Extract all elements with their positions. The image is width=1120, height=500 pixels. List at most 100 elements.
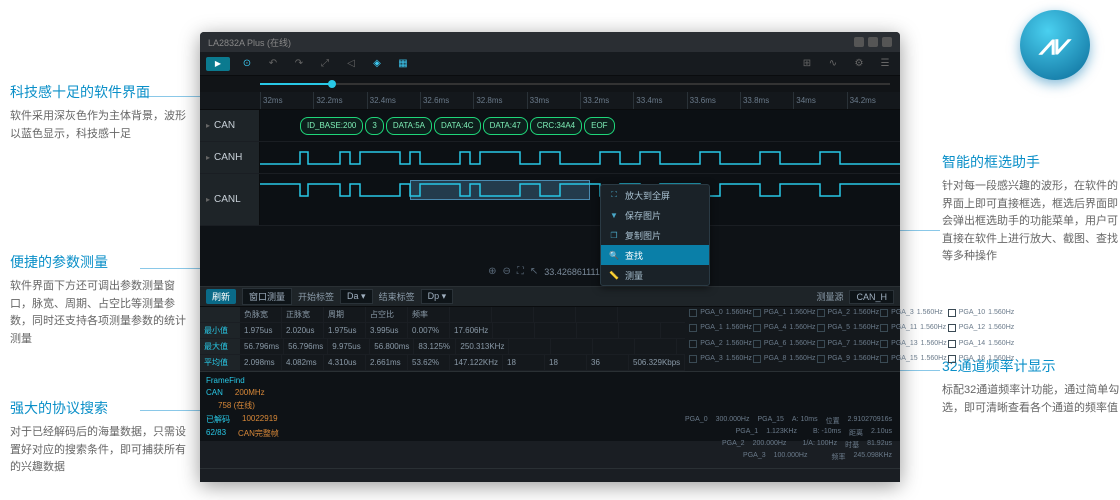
app-window: LA2832A Plus (在线) ▶ ⊙ ↶ ↷ ⤢ ◁ ◈ ▦ ⊞ ∿ ⚙ … [200, 32, 900, 482]
protocol-frame[interactable]: DATA:4C [434, 117, 481, 135]
tool-icon[interactable]: ⊞ [798, 57, 816, 71]
info-row: PGA_3100.000Hz频率245.098KHz [685, 452, 892, 462]
zoom-icon[interactable]: ⊙ [238, 57, 256, 71]
track-can[interactable]: ▸ CAN ID_BASE:2003DATA:5ADATA:4CDATA:47CR… [200, 110, 900, 142]
freq-checkbox[interactable] [817, 340, 825, 348]
cursor-icon[interactable]: ↖ [530, 266, 538, 277]
info-cell: PGA_1 [736, 428, 759, 438]
gear-icon[interactable]: ⚙ [850, 57, 868, 71]
fit-icon[interactable]: ⛶ [517, 266, 524, 277]
freq-checkbox[interactable] [689, 355, 697, 363]
grid-icon[interactable]: ▦ [394, 57, 412, 71]
freq-checkbox[interactable] [948, 324, 956, 332]
freq-item: PGA_141.560Hz [948, 340, 1015, 354]
menu-item[interactable]: ❐复制图片 [601, 225, 709, 245]
stats-cell [593, 339, 635, 354]
freq-checkbox[interactable] [880, 355, 888, 363]
track-canl[interactable]: ▸CANL ⛶放大到全屏▼保存图片❐复制图片🔍查找📏测量 [200, 174, 900, 226]
freq-checkbox[interactable] [753, 340, 761, 348]
stats-header [492, 307, 534, 322]
freq-checkbox[interactable] [880, 340, 888, 348]
end-tag-select[interactable]: Dp ▾ [421, 289, 454, 304]
info-cell: 2.10us [871, 428, 892, 438]
stats-cell: 18 [545, 355, 587, 370]
freq-checkbox[interactable] [880, 324, 888, 332]
protocol-frame[interactable]: DATA:47 [483, 117, 528, 135]
menu-item[interactable]: ⛶放大到全屏 [601, 185, 709, 205]
refresh-button[interactable]: 刷新 [206, 289, 236, 304]
protocol-frame[interactable]: ID_BASE:200 [300, 117, 363, 135]
waveform [260, 150, 900, 166]
info-cell: 245.098KHz [853, 452, 892, 462]
measure-src-select[interactable]: CAN_H [849, 290, 894, 304]
undo-icon[interactable]: ↶ [264, 57, 282, 71]
ruler-tick: 34ms [793, 92, 846, 109]
freq-checkbox[interactable] [689, 309, 697, 317]
track-label: CANL [214, 194, 241, 205]
freq-checkbox[interactable] [948, 355, 956, 363]
info-cell: 300.000Hz [716, 416, 750, 426]
callout-desc: 针对每一段感兴趣的波形，在软件的界面上即可直接框选，框选后界面即会弹出框选助手的… [942, 178, 1120, 266]
stats-cell: 56.800ms [370, 339, 414, 354]
minimize-icon[interactable] [854, 37, 864, 47]
time-ruler[interactable]: 32ms32.2ms32.4ms32.6ms32.8ms33ms33.2ms33… [200, 92, 900, 110]
freq-checkbox[interactable] [753, 309, 761, 317]
freq-checkbox[interactable] [817, 355, 825, 363]
protocol-frame[interactable]: CRC:34A4 [530, 117, 582, 135]
expand-icon[interactable]: ⤢ [316, 57, 334, 71]
play-button[interactable]: ▶ [206, 57, 230, 71]
track-label: CAN [214, 120, 235, 131]
marker-icon[interactable]: ◈ [368, 57, 386, 71]
search-key: 已解码 [206, 414, 230, 425]
freq-checkbox[interactable] [880, 309, 888, 317]
wave-icon[interactable]: ∿ [824, 57, 842, 71]
freq-checkbox[interactable] [689, 324, 697, 332]
stats-cell: 4.082ms [282, 355, 324, 370]
menu-item[interactable]: 📏测量 [601, 265, 709, 285]
stats-cell: 0.007% [408, 323, 450, 338]
freq-checkbox[interactable] [753, 324, 761, 332]
stats-header [450, 307, 492, 322]
menu-item-icon: ⛶ [609, 190, 619, 200]
menu-item[interactable]: 🔍查找 [601, 245, 709, 265]
zoom-out-icon[interactable]: ⊖ [503, 266, 511, 277]
stats-cell: 83.125% [414, 339, 456, 354]
chevron-right-icon[interactable]: ▸ [206, 121, 210, 130]
start-tag-select[interactable]: Da ▾ [340, 289, 373, 304]
track-label: CANH [214, 152, 242, 163]
freq-checkbox[interactable] [817, 309, 825, 317]
stats-header [534, 307, 576, 322]
track-canh[interactable]: ▸ CANH [200, 142, 900, 174]
scrub-handle[interactable] [328, 80, 336, 88]
freq-ch: PGA_12 [959, 324, 985, 338]
protocol-frame[interactable]: DATA:5A [386, 117, 432, 135]
titlebar[interactable]: LA2832A Plus (在线) [200, 32, 900, 52]
freq-checkbox[interactable] [948, 340, 956, 348]
freq-checkbox[interactable] [817, 324, 825, 332]
freq-ch: PGA_0 [700, 309, 723, 323]
back-icon[interactable]: ◁ [342, 57, 360, 71]
overview-scrubber[interactable] [200, 76, 900, 92]
freq-checkbox[interactable] [948, 309, 956, 317]
ruler-tick: 32ms [260, 92, 313, 109]
freq-val: 1.560Hz [988, 340, 1014, 354]
ruler-tick: 32.2ms [313, 92, 366, 109]
freq-val: 1.560Hz [726, 355, 752, 369]
protocol-frame[interactable]: EOF [584, 117, 614, 135]
menu-icon[interactable]: ☰ [876, 57, 894, 71]
freq-checkbox[interactable] [689, 340, 697, 348]
redo-icon[interactable]: ↷ [290, 57, 308, 71]
menu-item[interactable]: ▼保存图片 [601, 205, 709, 225]
ruler-tick: 33ms [527, 92, 580, 109]
freq-checkbox[interactable] [753, 355, 761, 363]
callout-search: 强大的协议搜索 对于已经解码后的海量数据，只需设置好对应的搜索条件，即可捕获所有… [10, 398, 190, 477]
freq-val: 1.560Hz [988, 324, 1014, 338]
window-measure-select[interactable]: 窗口测量 [242, 288, 292, 305]
freq-val: 1.560Hz [789, 324, 815, 338]
close-icon[interactable] [882, 37, 892, 47]
chevron-right-icon[interactable]: ▸ [206, 153, 210, 162]
protocol-frame[interactable]: 3 [365, 117, 383, 135]
chevron-right-icon[interactable]: ▸ [206, 195, 210, 204]
zoom-in-icon[interactable]: ⊕ [488, 266, 496, 277]
maximize-icon[interactable] [868, 37, 878, 47]
